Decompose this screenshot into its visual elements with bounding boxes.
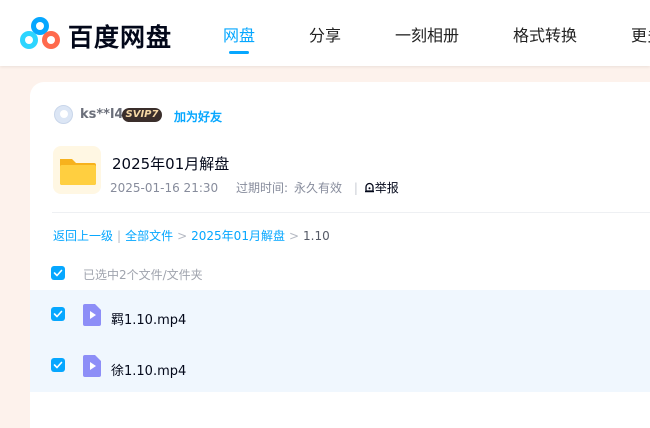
expiry-label: 过期时间: [235, 181, 289, 195]
breadcrumb-current: 1.10 [303, 229, 330, 243]
share-meta: 2025-01-16 21:30 过期时间: 永久有效 | 举报 [110, 179, 411, 196]
nav-tab-share[interactable]: 分享 [309, 22, 341, 46]
folder-thumbnail [53, 146, 101, 194]
avatar[interactable] [54, 105, 73, 124]
report-label: 举报 [374, 181, 399, 195]
nav-tab-more[interactable]: 更多 [631, 22, 650, 46]
share-date: 2025-01-16 21:30 [110, 181, 219, 195]
nav-tab-netdisk[interactable]: 网盘 [223, 22, 255, 46]
nav-tab-album[interactable]: 一刻相册 [395, 22, 459, 46]
video-file-icon [83, 355, 101, 377]
expiry-value: 永久有效 [294, 181, 343, 195]
sharer-username: ks**l4 [80, 107, 124, 122]
checkbox-checked-icon [53, 361, 63, 369]
add-friend-link[interactable]: 加为好友 [174, 108, 222, 125]
breadcrumb-folder[interactable]: 2025年01月解盘 [191, 229, 285, 243]
breadcrumb-back[interactable]: 返回上一级 [53, 229, 113, 243]
report-icon [364, 182, 374, 193]
breadcrumb: 返回上一级 | 全部文件 >2025年01月解盘 >1.10 [53, 229, 330, 243]
file-checkbox[interactable] [51, 358, 65, 372]
file-name[interactable]: 羁1.10.mp4 [111, 309, 186, 328]
baidu-netdisk-logo[interactable] [19, 16, 61, 52]
video-file-icon [83, 304, 101, 326]
share-title: 2025年01月解盘 [112, 155, 230, 173]
report-button[interactable]: 举报 [364, 181, 405, 195]
vip-badge: SVIP7 [122, 108, 162, 122]
nav-tab-format-convert[interactable]: 格式转换 [513, 22, 577, 46]
file-name[interactable]: 徐1.10.mp4 [111, 360, 186, 379]
top-header: 百度网盘 网盘 分享 一刻相册 格式转换 更多 [0, 0, 650, 66]
brand-name: 百度网盘 [68, 23, 173, 52]
select-all-checkbox[interactable] [51, 266, 65, 280]
checkbox-checked-icon [53, 269, 63, 277]
checkbox-checked-icon [53, 310, 63, 318]
folder-icon [60, 159, 96, 185]
divider [52, 212, 650, 213]
nav-active-indicator [229, 51, 249, 54]
breadcrumb-all-files[interactable]: 全部文件 [125, 229, 173, 243]
selection-status: 已选中2个文件/文件夹 [83, 268, 203, 282]
file-checkbox[interactable] [51, 307, 65, 321]
